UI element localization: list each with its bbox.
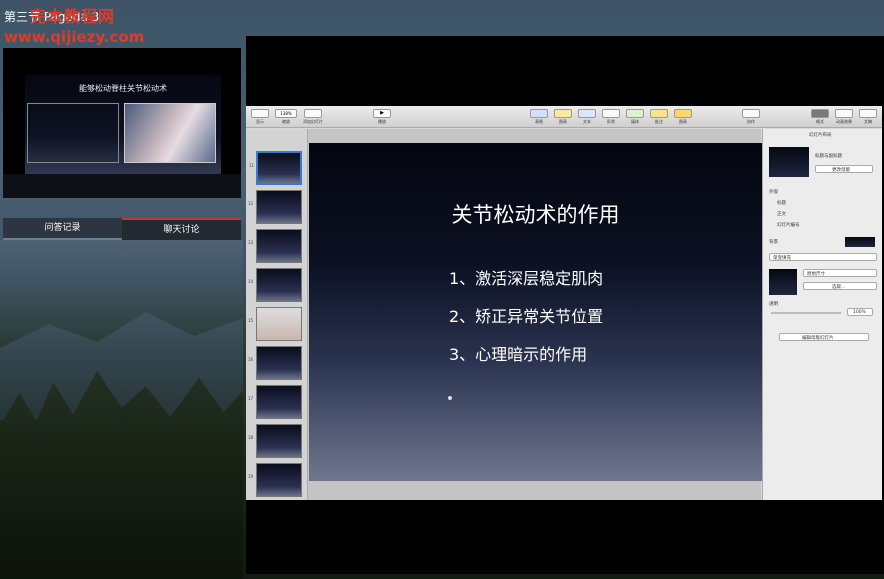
inspector-panel: 幻灯片布局 标题与副标题 更改母版 外观 标题 正文 幻灯片编号 背景 渐变填充… xyxy=(762,129,882,500)
collaborate-button[interactable]: 协作 xyxy=(742,109,760,125)
view-button[interactable]: 显示 xyxy=(251,109,269,125)
title-checkbox[interactable]: 标题 xyxy=(777,200,786,206)
opacity-slider[interactable] xyxy=(771,312,841,314)
opacity-label: 透明 xyxy=(769,302,778,307)
shape-button[interactable]: 形状 xyxy=(602,109,620,125)
layout-name: 标题与副标题 xyxy=(815,154,842,159)
slide-thumbnail[interactable]: 11 xyxy=(249,151,302,185)
slide-navigator[interactable]: 11 12 13 14 15 16 17 18 19 xyxy=(246,129,308,500)
toolbar: 显示 138% 缩放 添加幻灯片 ▶ 播放 表格 图表 文本 形状 媒体 批注 图表… xyxy=(246,106,882,128)
opacity-field[interactable]: 100% xyxy=(847,308,873,316)
select-image-button[interactable]: 选取... xyxy=(803,282,877,290)
slide-thumbnail[interactable]: 16 xyxy=(248,346,302,380)
slide-title[interactable]: 关节松动术的作用 xyxy=(309,199,762,229)
play-button[interactable]: ▶ 播放 xyxy=(373,109,391,125)
mouse-cursor xyxy=(448,396,452,400)
watermark-title: 完本教程网 xyxy=(30,7,116,26)
chart-button[interactable]: 图表 xyxy=(554,109,572,125)
slide-thumbnail[interactable]: 17 xyxy=(248,385,302,419)
image-fit-select[interactable]: 原始尺寸 xyxy=(803,269,877,277)
background-image-well[interactable] xyxy=(769,269,797,295)
tab-qa-record[interactable]: 问答记录 xyxy=(3,218,122,240)
tab-chat[interactable]: 聊天讨论 xyxy=(122,218,241,240)
comment-button[interactable]: 批注 xyxy=(650,109,668,125)
inspector-header: 幻灯片布局 xyxy=(809,133,832,138)
collab-button[interactable]: 图表 xyxy=(674,109,692,125)
background-color-well[interactable] xyxy=(845,237,875,247)
keynote-window: 显示 138% 缩放 添加幻灯片 ▶ 播放 表格 图表 文本 形状 媒体 批注 图表… xyxy=(246,106,882,500)
slide-thumbnail[interactable]: 13 xyxy=(248,229,302,263)
slide-bullet[interactable]: 3、心理暗示的作用 xyxy=(449,341,587,365)
add-slide-button[interactable]: 添加幻灯片 xyxy=(303,109,323,125)
mini-slide-title: 能够松动脊柱关节松动术 xyxy=(79,84,167,93)
document-button[interactable]: 文稿 xyxy=(859,109,877,125)
animate-button[interactable]: 动画效果 xyxy=(835,109,853,125)
slide-number-checkbox[interactable]: 幻灯片编号 xyxy=(777,222,800,228)
zoom-button[interactable]: 138% 缩放 xyxy=(275,109,297,125)
watermark-url: www.qijiezy.com xyxy=(4,28,145,46)
slide-thumbnail[interactable]: 14 xyxy=(248,268,302,302)
fill-type-select[interactable]: 渐变填充 xyxy=(769,253,877,261)
text-button[interactable]: 文本 xyxy=(578,109,596,125)
slide-thumbnail[interactable]: 19 xyxy=(248,463,302,497)
sidebar-panel xyxy=(0,240,243,579)
body-checkbox[interactable]: 正文 xyxy=(777,211,786,217)
play-icon: ▶ xyxy=(380,110,384,116)
edit-master-button[interactable]: 编辑母版幻灯片 xyxy=(779,333,869,341)
appearance-label: 外观 xyxy=(769,190,778,195)
mini-slide-photo-right xyxy=(124,103,216,163)
screen: 第三节 Pagoda 3 完本教程网 www.qijiezy.com 能够松动脊… xyxy=(0,0,884,579)
slide-bullet[interactable]: 1、激活深层稳定肌肉 xyxy=(449,265,603,289)
layout-preview[interactable] xyxy=(769,147,809,177)
slide-thumbnail[interactable]: 15 xyxy=(248,307,302,341)
tab-bar: 问答记录 聊天讨论 xyxy=(3,218,241,240)
slide-bullet[interactable]: 2、矫正异常关节位置 xyxy=(449,303,603,327)
mini-slide-photo-left xyxy=(27,103,119,163)
media-button[interactable]: 媒体 xyxy=(626,109,644,125)
mini-preview-bar xyxy=(3,174,241,198)
mini-video-preview[interactable]: 能够松动脊柱关节松动术 xyxy=(3,48,241,198)
table-button[interactable]: 表格 xyxy=(530,109,548,125)
change-master-button[interactable]: 更改母版 xyxy=(815,165,873,173)
background-label: 背景 xyxy=(769,240,778,245)
format-button[interactable]: 格式 xyxy=(811,109,829,125)
slide-thumbnail[interactable]: 12 xyxy=(248,190,302,224)
current-slide[interactable]: 关节松动术的作用 1、激活深层稳定肌肉 2、矫正异常关节位置 3、心理暗示的作用 xyxy=(309,143,762,481)
slide-thumbnail[interactable]: 18 xyxy=(248,424,302,458)
slide-canvas[interactable]: 关节松动术的作用 1、激活深层稳定肌肉 2、矫正异常关节位置 3、心理暗示的作用 xyxy=(308,129,762,500)
